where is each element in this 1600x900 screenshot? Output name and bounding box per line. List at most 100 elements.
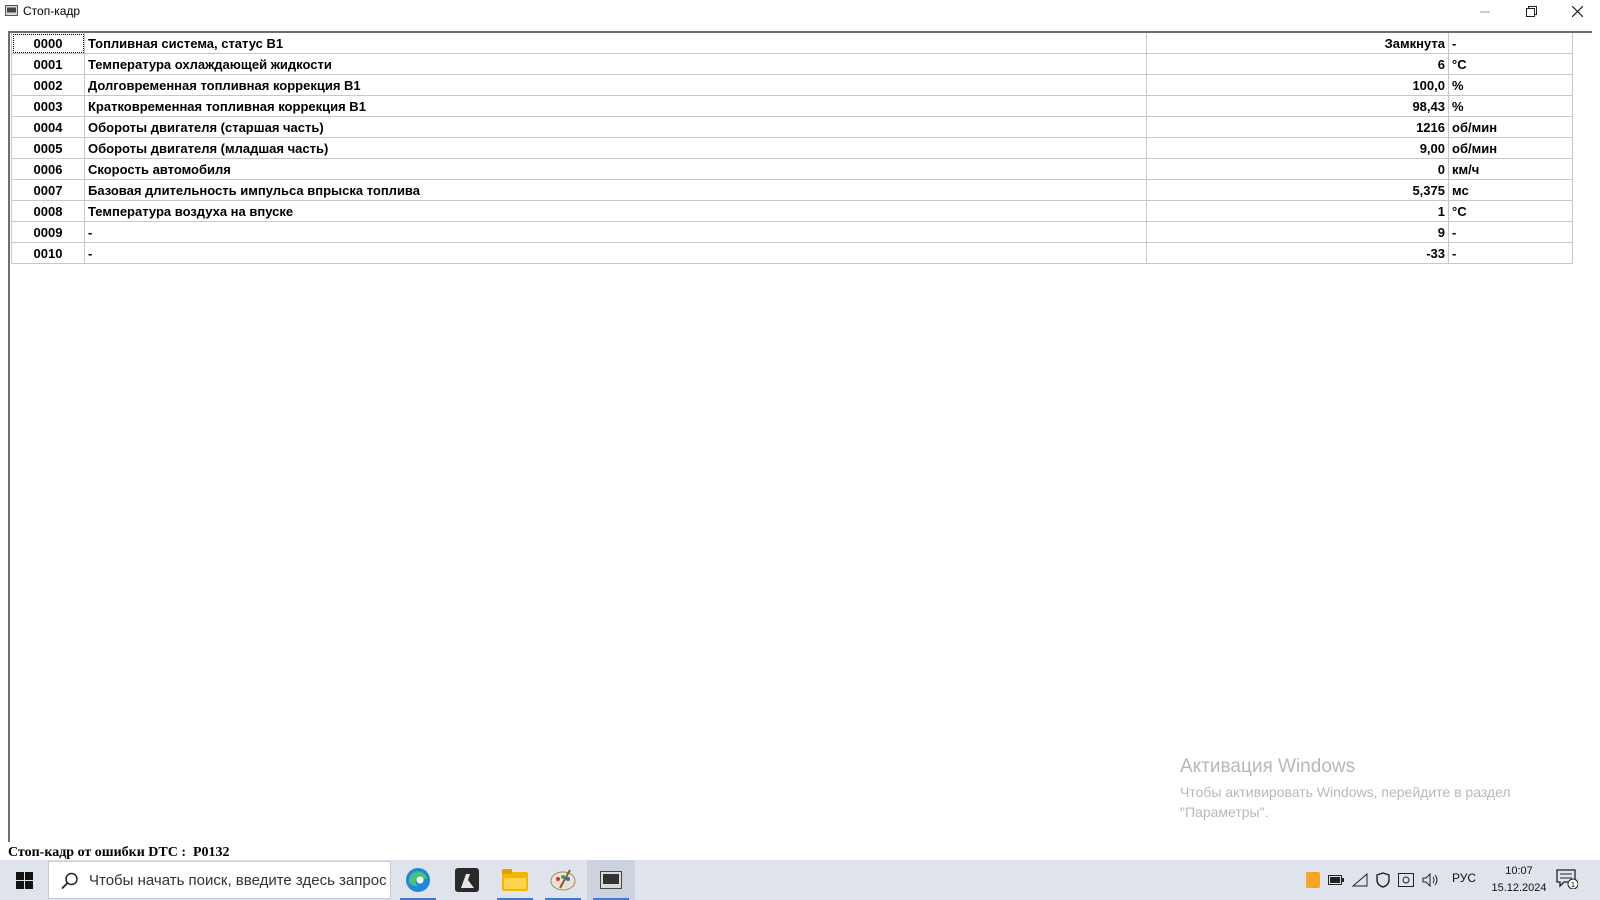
update-icon	[1398, 873, 1414, 887]
taskbar-edge[interactable]	[394, 860, 442, 900]
close-button[interactable]	[1554, 0, 1600, 23]
param-name-cell: Температура воздуха на впуске	[84, 200, 1147, 222]
game-app-icon	[455, 868, 479, 892]
table-row[interactable]: 0010- -33-	[11, 242, 1573, 264]
windows-logo-icon	[15, 871, 33, 889]
restore-icon	[1525, 6, 1537, 17]
param-id-cell: 0005	[11, 137, 85, 159]
param-unit-cell: об/мин	[1448, 137, 1573, 159]
param-id-cell: 0000	[11, 33, 85, 54]
yandex-icon	[1306, 872, 1320, 888]
param-unit-cell: км/ч	[1448, 158, 1573, 180]
close-icon	[1571, 6, 1583, 17]
table-row[interactable]: 0006 Скорость автомобиля 0 км/ч	[11, 158, 1573, 180]
param-id-cell: 0002	[11, 74, 85, 96]
diagnostic-app-icon	[600, 871, 622, 889]
param-value-cell: -33	[1146, 242, 1449, 264]
param-name-cell: Кратковременная топливная коррекция B1	[84, 95, 1147, 117]
param-unit-cell: мс	[1448, 179, 1573, 201]
param-value-cell: Замкнута	[1146, 33, 1449, 54]
param-unit-cell: °C	[1448, 53, 1573, 75]
taskbar-file-explorer[interactable]	[491, 860, 539, 900]
edge-browser-icon	[406, 868, 430, 892]
tray-security[interactable]	[1372, 860, 1394, 900]
taskbar-diagnostic-app[interactable]	[587, 860, 635, 900]
param-value-cell: 5,375	[1146, 179, 1449, 201]
parameters-grid[interactable]: 0000 Топливная система, статус B1 Замкнута…	[11, 33, 1573, 264]
table-row[interactable]: 0001 Температура охлаждающей жидкости 6 °C	[11, 53, 1573, 75]
param-unit-cell: об/мин	[1448, 116, 1573, 138]
param-name-cell: Скорость автомобиля	[84, 158, 1147, 180]
param-name-cell: -	[84, 242, 1147, 264]
freeze-frame-panel: 0000 Топливная система, статус B1 Замкнута…	[8, 31, 1592, 842]
window-title: Стоп-кадр	[23, 4, 81, 18]
table-row[interactable]: 0008 Температура воздуха на впуске 1 °C	[11, 200, 1573, 222]
tray-volume[interactable]	[1418, 860, 1444, 900]
language-indicator[interactable]: РУС	[1452, 871, 1476, 885]
speaker-icon	[1422, 873, 1438, 887]
param-unit-cell: %	[1448, 95, 1573, 117]
clock-date: 15.12.2024	[1491, 882, 1547, 894]
tray-battery[interactable]	[1324, 860, 1348, 900]
table-row[interactable]: 0009-9-	[11, 221, 1573, 243]
restore-button[interactable]	[1508, 0, 1554, 23]
tray-update[interactable]	[1394, 860, 1418, 900]
watermark-subtitle: Чтобы активировать Windows, перейдите в …	[1180, 784, 1511, 820]
param-id-cell: 0009	[11, 221, 85, 243]
window-title-bar[interactable]: Стоп-кадр	[0, 0, 1600, 23]
shield-icon	[1376, 872, 1390, 888]
param-name-cell: Базовая длительность импульса впрыска то…	[84, 179, 1147, 201]
param-name-cell: Температура охлаждающей жидкости	[84, 53, 1147, 75]
battery-icon	[1328, 875, 1344, 885]
taskbar: Чтобы начать поиск, введите здесь запрос	[0, 860, 1600, 900]
watermark-title: Активация Windows	[1180, 756, 1356, 777]
param-name-cell: Обороты двигателя (младшая часть)	[84, 137, 1147, 159]
table-row[interactable]: 0007 Базовая длительность импульса впрыск…	[11, 179, 1573, 201]
tray-yandex[interactable]	[1302, 860, 1324, 900]
param-name-cell: -	[84, 221, 1147, 243]
windows-activation-watermark: Активация Windows Чтобы активировать Win…	[1180, 756, 1560, 822]
param-id-cell: 0010	[11, 242, 85, 264]
clock[interactable]: 10:07 15.12.2024	[1488, 863, 1550, 897]
param-name-cell: Долговременная топливная коррекция B1	[84, 74, 1147, 96]
param-value-cell: 100,0	[1146, 74, 1449, 96]
param-id-cell: 0004	[11, 116, 85, 138]
param-unit-cell: %	[1448, 74, 1573, 96]
status-line: Стоп-кадр от ошибки DTC : P0132	[8, 845, 230, 860]
table-row[interactable]: 0003 Кратковременная топливная коррекция …	[11, 95, 1573, 117]
table-row[interactable]: 0005 Обороты двигателя (младшая часть) 9,0…	[11, 137, 1573, 159]
param-unit-cell: -	[1448, 221, 1573, 243]
search-icon	[61, 872, 78, 890]
param-value-cell: 0	[1146, 158, 1449, 180]
folder-icon	[502, 869, 528, 891]
clock-time: 10:07	[1505, 865, 1533, 877]
tray-network[interactable]	[1348, 860, 1372, 900]
table-row[interactable]: 0000 Топливная система, статус B1 Замкнута…	[11, 33, 1573, 54]
param-name-cell: Топливная система, статус B1	[84, 33, 1147, 54]
notification-count: 1	[1571, 881, 1575, 889]
start-button[interactable]	[0, 860, 48, 900]
param-unit-cell: -	[1448, 242, 1573, 264]
taskbar-search-box[interactable]: Чтобы начать поиск, введите здесь запрос	[48, 861, 391, 899]
notification-icon: 1	[1556, 869, 1579, 890]
param-value-cell: 9	[1146, 221, 1449, 243]
action-center-button[interactable]: 1	[1556, 869, 1579, 894]
table-row[interactable]: 0004 Обороты двигателя (старшая часть) 121…	[11, 116, 1573, 138]
minimize-icon	[1480, 11, 1490, 12]
param-id-cell: 0006	[11, 158, 85, 180]
param-unit-cell: °C	[1448, 200, 1573, 222]
param-value-cell: 98,43	[1146, 95, 1449, 117]
minimize-button[interactable]	[1462, 0, 1508, 23]
param-name-cell: Обороты двигателя (старшая часть)	[84, 116, 1147, 138]
param-id-cell: 0001	[11, 53, 85, 75]
param-value-cell: 9,00	[1146, 137, 1449, 159]
taskbar-paint[interactable]	[539, 860, 587, 900]
taskbar-game[interactable]	[443, 860, 491, 900]
param-id-cell: 0003	[11, 95, 85, 117]
search-placeholder: Чтобы начать поиск, введите здесь запрос	[89, 872, 387, 889]
param-value-cell: 1216	[1146, 116, 1449, 138]
table-row[interactable]: 0002 Долговременная топливная коррекция B…	[11, 74, 1573, 96]
network-icon	[1352, 873, 1368, 887]
app-window-icon	[5, 5, 18, 16]
paint-palette-icon	[550, 869, 576, 891]
